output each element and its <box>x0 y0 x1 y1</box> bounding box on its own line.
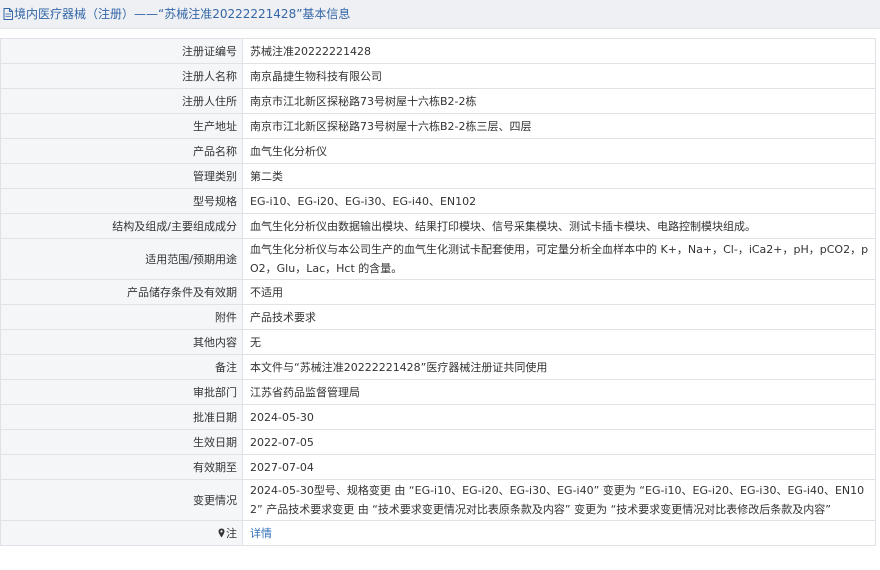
row-label: 生效日期 <box>0 429 243 455</box>
row-value: 不适用 <box>242 279 876 305</box>
row-label: 型号规格 <box>0 188 243 214</box>
row-label: 产品储存条件及有效期 <box>0 279 243 305</box>
table-row: 附件 产品技术要求 <box>0 304 876 330</box>
table-row: 产品名称 血气生化分析仪 <box>0 138 876 164</box>
row-label: 审批部门 <box>0 379 243 405</box>
row-label: 有效期至 <box>0 454 243 480</box>
pin-icon <box>218 528 225 541</box>
row-value: 2027-07-04 <box>242 454 876 480</box>
table-row: 生产地址 南京市江北新区探秘路73号树屋十六栋B2-2栋三层、四层 <box>0 113 876 139</box>
row-value: 南京市江北新区探秘路73号树屋十六栋B2-2栋三层、四层 <box>242 113 876 139</box>
row-value: 无 <box>242 329 876 355</box>
row-label: 管理类别 <box>0 163 243 189</box>
table-row: 适用范围/预期用途 血气生化分析仪与本公司生产的血气生化测试卡配套使用，可定量分析… <box>0 238 876 280</box>
row-label: 备注 <box>0 354 243 380</box>
row-value: 血气生化分析仪与本公司生产的血气生化测试卡配套使用，可定量分析全血样本中的 K+… <box>242 238 876 280</box>
details-link[interactable]: 详情 <box>250 527 272 540</box>
row-label: 注册证编号 <box>0 38 243 64</box>
page-title: 境内医疗器械（注册）——“苏械注准20222221428”基本信息 <box>14 7 351 21</box>
row-label: 注册人名称 <box>0 63 243 89</box>
note-value-cell: 详情 <box>242 520 876 546</box>
table-row: 批准日期 2024-05-30 <box>0 404 876 430</box>
table-row: 结构及组成/主要组成成分 血气生化分析仪由数据输出模块、结果打印模块、信号采集模块… <box>0 213 876 239</box>
table-row: 变更情况 2024-05-30型号、规格变更 由 “EG-i10、EG-i20、E… <box>0 479 876 521</box>
table-row: 生效日期 2022-07-05 <box>0 429 876 455</box>
row-value: 本文件与“苏械注准20222221428”医疗器械注册证共同使用 <box>242 354 876 380</box>
table-row: 注册人住所 南京市江北新区探秘路73号树屋十六栋B2-2栋 <box>0 88 876 114</box>
row-label: 其他内容 <box>0 329 243 355</box>
row-value: 南京市江北新区探秘路73号树屋十六栋B2-2栋 <box>242 88 876 114</box>
row-value: 第二类 <box>242 163 876 189</box>
document-icon <box>3 2 13 30</box>
row-value: 血气生化分析仪 <box>242 138 876 164</box>
table-row: 注册人名称 南京晶捷生物科技有限公司 <box>0 63 876 89</box>
table-row: 其他内容无 <box>0 329 876 355</box>
row-label: 适用范围/预期用途 <box>0 238 243 280</box>
row-value: 苏械注准20222221428 <box>242 38 876 64</box>
row-value: 2024-05-30 <box>242 404 876 430</box>
row-value: EG-i10、EG-i20、EG-i30、EG-i40、EN102 <box>242 188 876 214</box>
note-row: 注 详情 <box>0 520 876 546</box>
note-label: 注 <box>226 527 237 540</box>
row-label: 批准日期 <box>0 404 243 430</box>
page-header: 境内医疗器械（注册）——“苏械注准20222221428”基本信息 <box>0 0 880 29</box>
info-table: 注册证编号 苏械注准20222221428 注册人名称 南京晶捷生物科技有限公司 注… <box>0 38 876 546</box>
row-label: 变更情况 <box>0 479 243 521</box>
table-row: 审批部门 江苏省药品监督管理局 <box>0 379 876 405</box>
row-label: 注册人住所 <box>0 88 243 114</box>
table-row: 管理类别 第二类 <box>0 163 876 189</box>
row-value: 血气生化分析仪由数据输出模块、结果打印模块、信号采集模块、测试卡插卡模块、电路控… <box>242 213 876 239</box>
table-row: 产品储存条件及有效期 不适用 <box>0 279 876 305</box>
row-label: 结构及组成/主要组成成分 <box>0 213 243 239</box>
row-value: 江苏省药品监督管理局 <box>242 379 876 405</box>
table-row: 注册证编号 苏械注准20222221428 <box>0 38 876 64</box>
table-row: 型号规格 EG-i10、EG-i20、EG-i30、EG-i40、EN102 <box>0 188 876 214</box>
row-label: 生产地址 <box>0 113 243 139</box>
row-value: 南京晶捷生物科技有限公司 <box>242 63 876 89</box>
table-row: 有效期至 2027-07-04 <box>0 454 876 480</box>
row-label: 附件 <box>0 304 243 330</box>
row-value: 2022-07-05 <box>242 429 876 455</box>
row-label: 产品名称 <box>0 138 243 164</box>
note-label-cell: 注 <box>0 520 243 546</box>
row-value: 2024-05-30型号、规格变更 由 “EG-i10、EG-i20、EG-i3… <box>242 479 876 521</box>
row-value: 产品技术要求 <box>242 304 876 330</box>
table-row: 备注 本文件与“苏械注准20222221428”医疗器械注册证共同使用 <box>0 354 876 380</box>
